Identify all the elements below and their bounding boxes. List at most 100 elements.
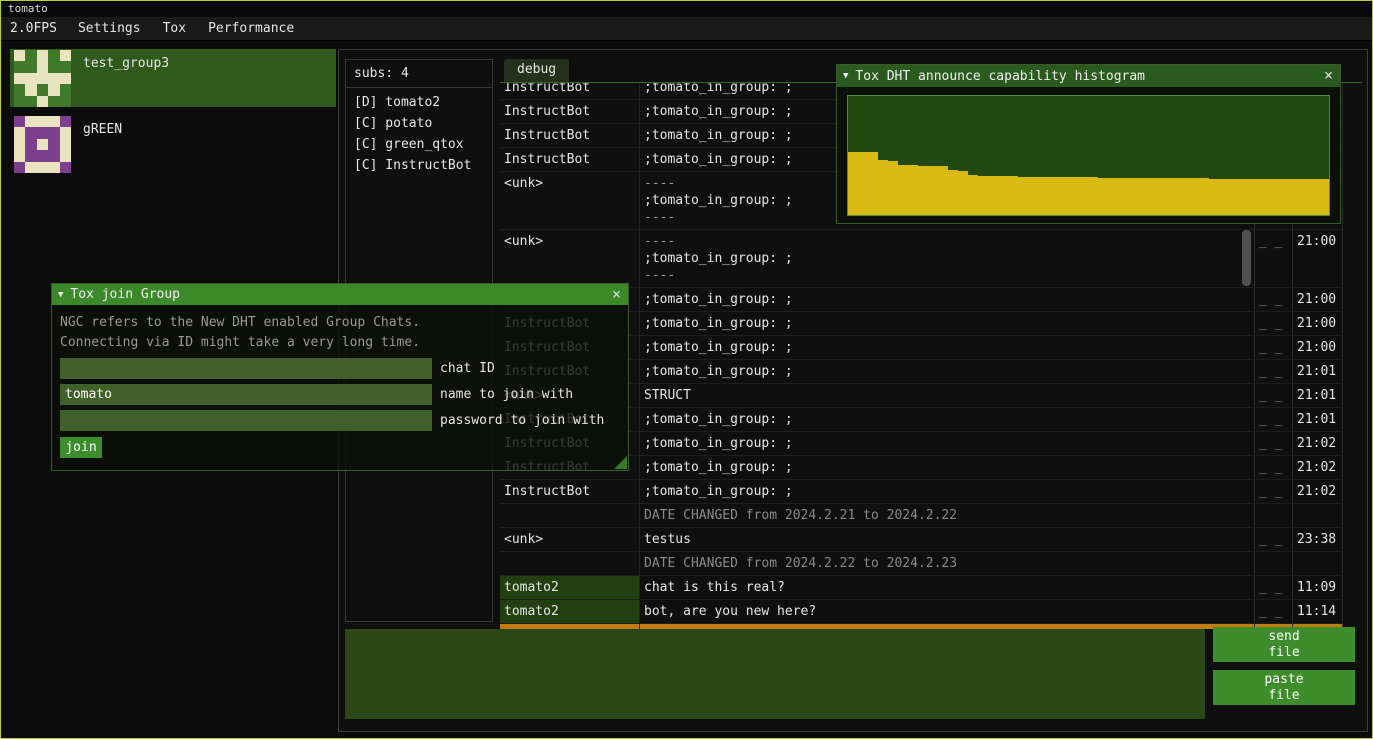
join-input-chat-ID[interactable] xyxy=(60,358,432,379)
histogram-plot[interactable] xyxy=(847,95,1330,216)
message-status: _ _ xyxy=(1255,384,1293,407)
message-status: _ _ xyxy=(1255,312,1293,335)
message-sender: InstructBot xyxy=(500,100,640,123)
join-field-label: password to join with xyxy=(440,413,604,428)
histogram-bar xyxy=(1078,177,1088,215)
group-name: gREEN xyxy=(83,122,122,173)
message-input[interactable] xyxy=(345,629,1205,719)
histogram-bar xyxy=(928,166,938,215)
message-time: 23:38 xyxy=(1293,528,1343,551)
join-input-name-to-join-with[interactable] xyxy=(60,384,432,405)
histogram-bar xyxy=(1038,177,1048,215)
message-sender: <unk> xyxy=(500,528,640,551)
message-text: ;tomato_in_group: ; xyxy=(640,408,1255,431)
menu-performance[interactable]: Performance xyxy=(197,21,305,36)
member-item[interactable]: [C] green_qtox xyxy=(346,134,492,155)
system-message-row: DATE CHANGED from 2024.2.21 to 2024.2.22 xyxy=(500,504,1342,528)
resize-grip[interactable] xyxy=(614,456,627,469)
histogram-body xyxy=(837,87,1340,223)
close-icon[interactable]: × xyxy=(608,286,625,303)
histogram-bar xyxy=(1138,178,1148,215)
message-time: 21:02 xyxy=(1293,456,1343,479)
message-text: STRUCT xyxy=(640,384,1255,407)
group-item-gREEN[interactable]: gREEN xyxy=(10,115,336,173)
message-row: tomato2bot, are you new here?_ _11:14 xyxy=(500,600,1342,624)
send-file-button[interactable]: send file xyxy=(1213,627,1355,662)
join-group-body: NGC refers to the New DHT enabled Group … xyxy=(52,305,628,470)
message-time xyxy=(1293,504,1343,527)
join-group-window: ▼ Tox join Group × NGC refers to the New… xyxy=(51,283,629,471)
scrollbar-thumb[interactable] xyxy=(1242,230,1251,286)
join-field-row: name to join with xyxy=(60,384,620,405)
tab-debug[interactable]: debug xyxy=(504,59,569,82)
message-status: _ _ xyxy=(1255,456,1293,479)
member-item[interactable]: [C] potato xyxy=(346,113,492,134)
histogram-bar xyxy=(1048,177,1058,215)
join-info-line: NGC refers to the New DHT enabled Group … xyxy=(60,313,620,333)
message-text: ;tomato_in_group: ; xyxy=(640,432,1255,455)
join-button[interactable]: join xyxy=(60,437,102,458)
message-row: <unk>testus_ _23:38 xyxy=(500,528,1342,552)
message-text: testus xyxy=(640,528,1255,551)
message-text: ;tomato_in_group: ; xyxy=(640,360,1255,383)
histogram-bar xyxy=(918,166,928,215)
message-row: <unk>----;tomato_in_group: ;----_ _21:00 xyxy=(500,230,1342,288)
histogram-bar xyxy=(1219,179,1229,215)
message-status: _ _ xyxy=(1255,432,1293,455)
message-status: _ _ xyxy=(1255,336,1293,359)
join-group-title: Tox join Group xyxy=(70,287,180,302)
histogram-bar xyxy=(1289,179,1299,215)
histogram-bar xyxy=(1028,177,1038,215)
collapse-arrow-icon[interactable]: ▼ xyxy=(58,290,63,300)
message-text: ;tomato_in_group: ; xyxy=(640,288,1255,311)
message-time: 21:01 xyxy=(1293,360,1343,383)
message-time: 21:01 xyxy=(1293,384,1343,407)
close-icon[interactable]: × xyxy=(1320,67,1337,84)
message-time: 21:00 xyxy=(1293,336,1343,359)
histogram-bar xyxy=(1008,176,1018,215)
group-item-test_group3[interactable]: test_group3 xyxy=(10,49,336,107)
histogram-bar xyxy=(1108,178,1118,215)
message-time: 21:01 xyxy=(1293,408,1343,431)
collapse-arrow-icon[interactable]: ▼ xyxy=(843,71,848,81)
histogram-title: Tox DHT announce capability histogram xyxy=(855,69,1145,84)
message-text: ;tomato_in_group: ; xyxy=(640,456,1255,479)
member-item[interactable]: [C] InstructBot xyxy=(346,155,492,176)
join-group-titlebar[interactable]: ▼ Tox join Group × xyxy=(52,284,628,305)
histogram-bar xyxy=(968,175,978,215)
message-status: _ _ xyxy=(1255,480,1293,503)
message-time: 21:02 xyxy=(1293,480,1343,503)
histogram-bar xyxy=(1148,178,1158,215)
histogram-bar xyxy=(1118,178,1128,215)
histogram-bar xyxy=(1088,177,1098,215)
menu-tox[interactable]: Tox xyxy=(152,21,197,36)
message-time: 21:00 xyxy=(1293,288,1343,311)
fps-counter: 2.0FPS xyxy=(1,21,67,36)
histogram-bar xyxy=(988,176,998,215)
message-status xyxy=(1255,504,1293,527)
histogram-bar xyxy=(1249,179,1259,215)
histogram-bar xyxy=(1209,179,1219,215)
member-item[interactable]: [D] tomato2 xyxy=(346,92,492,113)
message-time xyxy=(1293,552,1343,575)
message-sender xyxy=(500,504,640,527)
message-sender: <unk> xyxy=(500,230,640,287)
message-row: InstructBot;tomato_in_group: ;_ _21:02 xyxy=(500,480,1342,504)
window-titlebar[interactable]: tomato xyxy=(1,1,1372,17)
menu-settings[interactable]: Settings xyxy=(67,21,152,36)
message-status: _ _ xyxy=(1255,360,1293,383)
paste-file-button[interactable]: paste file xyxy=(1213,670,1355,705)
group-name: test_group3 xyxy=(83,56,169,107)
join-input-password-to-join-with[interactable] xyxy=(60,410,432,431)
window-title: tomato xyxy=(8,2,48,15)
histogram-bar xyxy=(888,161,898,215)
message-sender: InstructBot xyxy=(500,480,640,503)
group-avatar xyxy=(14,116,71,173)
histogram-bar xyxy=(1309,179,1319,215)
histogram-titlebar[interactable]: ▼ Tox DHT announce capability histogram … xyxy=(837,65,1340,87)
histogram-bar xyxy=(948,170,958,215)
histogram-bar xyxy=(938,166,948,215)
message-status: _ _ xyxy=(1255,528,1293,551)
histogram-window: ▼ Tox DHT announce capability histogram … xyxy=(836,64,1341,224)
histogram-bar xyxy=(1068,177,1078,215)
